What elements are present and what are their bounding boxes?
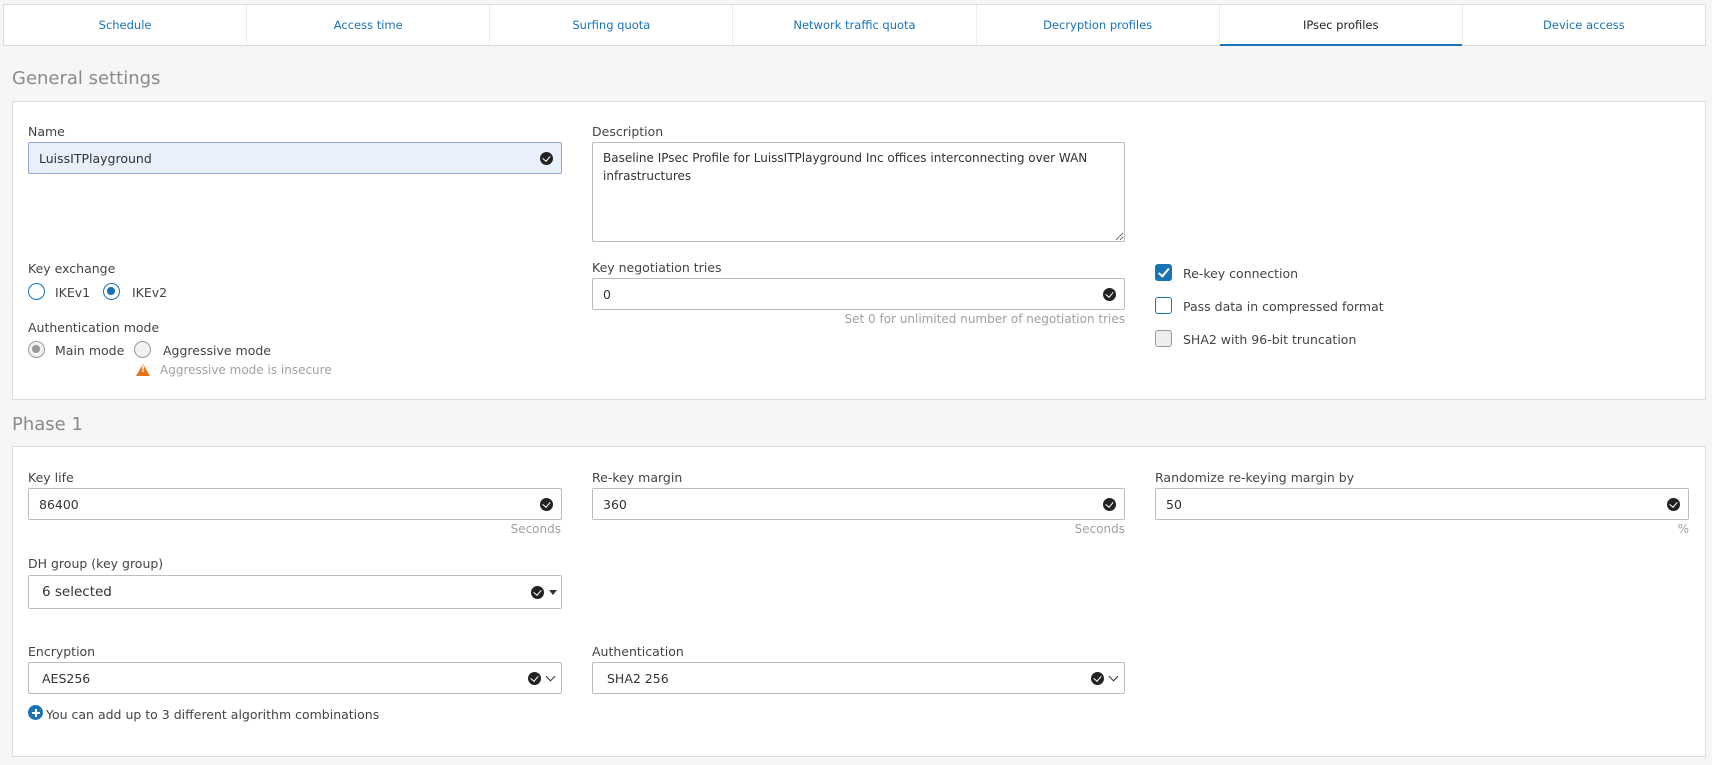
tab-bar: Schedule Access time Surfing quota Netwo… — [3, 4, 1706, 46]
valid-check-icon — [540, 497, 553, 511]
name-label: Name — [28, 124, 65, 139]
key-negotiation-label: Key negotiation tries — [592, 260, 722, 275]
encryption-select[interactable]: AES256 — [28, 662, 562, 694]
general-settings-title: General settings — [12, 68, 161, 89]
rekey-margin-value: 360 — [603, 496, 627, 512]
key-life-unit: Seconds — [510, 522, 561, 536]
add-combination-text: You can add up to 3 different algorithm … — [46, 707, 380, 722]
ikev2-radio[interactable] — [103, 283, 120, 300]
ikev2-label: IKEv2 — [132, 285, 168, 300]
sha2-truncation-checkbox[interactable] — [1155, 330, 1172, 347]
tab-surfing-quota[interactable]: Surfing quota — [490, 5, 734, 45]
valid-check-icon — [1091, 671, 1104, 685]
ikev1-radio[interactable] — [28, 283, 45, 300]
aggressive-mode-label: Aggressive mode — [163, 343, 271, 358]
key-negotiation-field[interactable]: 0 — [592, 278, 1125, 310]
valid-check-icon — [528, 671, 541, 685]
sha2-truncation-label: SHA2 with 96-bit truncation — [1183, 332, 1357, 347]
description-label: Description — [592, 124, 664, 139]
tab-network-traffic-quota[interactable]: Network traffic quota — [733, 5, 977, 45]
key-negotiation-hint: Set 0 for unlimited number of negotiatio… — [844, 312, 1125, 326]
warning-icon — [136, 364, 150, 376]
tab-ipsec-profiles[interactable]: IPsec profiles — [1219, 5, 1463, 46]
rekey-connection-checkbox[interactable] — [1155, 264, 1172, 281]
chevron-down-icon — [545, 671, 556, 681]
chevron-down-icon — [1108, 671, 1119, 681]
rekey-margin-label: Re-key margin — [592, 470, 683, 485]
aggressive-mode-radio[interactable] — [134, 341, 151, 358]
add-combination-icon[interactable] — [28, 705, 43, 720]
dh-group-label: DH group (key group) — [28, 556, 164, 571]
compressed-format-checkbox[interactable] — [1155, 297, 1172, 314]
encryption-label: Encryption — [28, 644, 96, 659]
authentication-value: SHA2 256 — [607, 670, 669, 686]
description-textarea[interactable]: Baseline IPsec Profile for LuissITPlaygr… — [592, 142, 1125, 242]
randomize-margin-unit: % — [1677, 522, 1689, 536]
main-mode-radio[interactable] — [28, 341, 45, 358]
key-negotiation-value: 0 — [603, 286, 611, 302]
aggressive-warning-text: Aggressive mode is insecure — [160, 363, 332, 377]
rekey-margin-field[interactable]: 360 — [592, 488, 1125, 520]
rekey-connection-label: Re-key connection — [1183, 266, 1299, 281]
authentication-select[interactable]: SHA2 256 — [592, 662, 1125, 694]
valid-check-icon — [1667, 497, 1680, 511]
tab-access-time[interactable]: Access time — [247, 5, 491, 45]
tab-device-access[interactable]: Device access — [1463, 5, 1705, 45]
key-exchange-label: Key exchange — [28, 261, 116, 276]
ikev1-label: IKEv1 — [55, 285, 91, 300]
name-field[interactable]: LuissITPlayground — [28, 142, 562, 174]
authentication-label: Authentication — [592, 644, 684, 659]
key-life-value: 86400 — [39, 496, 79, 512]
key-life-label: Key life — [28, 470, 74, 485]
valid-check-icon — [540, 151, 553, 165]
valid-check-icon — [1103, 497, 1116, 511]
randomize-margin-value: 50 — [1166, 496, 1182, 512]
auth-mode-label: Authentication mode — [28, 320, 160, 335]
tab-decryption-profiles[interactable]: Decryption profiles — [977, 5, 1220, 45]
valid-check-icon — [1103, 287, 1116, 301]
tab-schedule[interactable]: Schedule — [4, 5, 248, 45]
key-life-field[interactable]: 86400 — [28, 488, 562, 520]
randomize-margin-label: Randomize re-keying margin by — [1155, 470, 1355, 485]
dh-group-value: 6 selected — [42, 584, 112, 600]
main-mode-label: Main mode — [55, 343, 125, 358]
rekey-margin-unit: Seconds — [1074, 522, 1125, 536]
encryption-value: AES256 — [42, 670, 91, 686]
name-value: LuissITPlayground — [39, 150, 152, 166]
caret-down-icon — [549, 589, 557, 595]
phase1-title: Phase 1 — [12, 414, 83, 435]
randomize-margin-field[interactable]: 50 — [1155, 488, 1689, 520]
compressed-format-label: Pass data in compressed format — [1183, 299, 1384, 314]
valid-check-icon — [531, 585, 544, 599]
dh-group-select[interactable]: 6 selected — [28, 575, 562, 609]
